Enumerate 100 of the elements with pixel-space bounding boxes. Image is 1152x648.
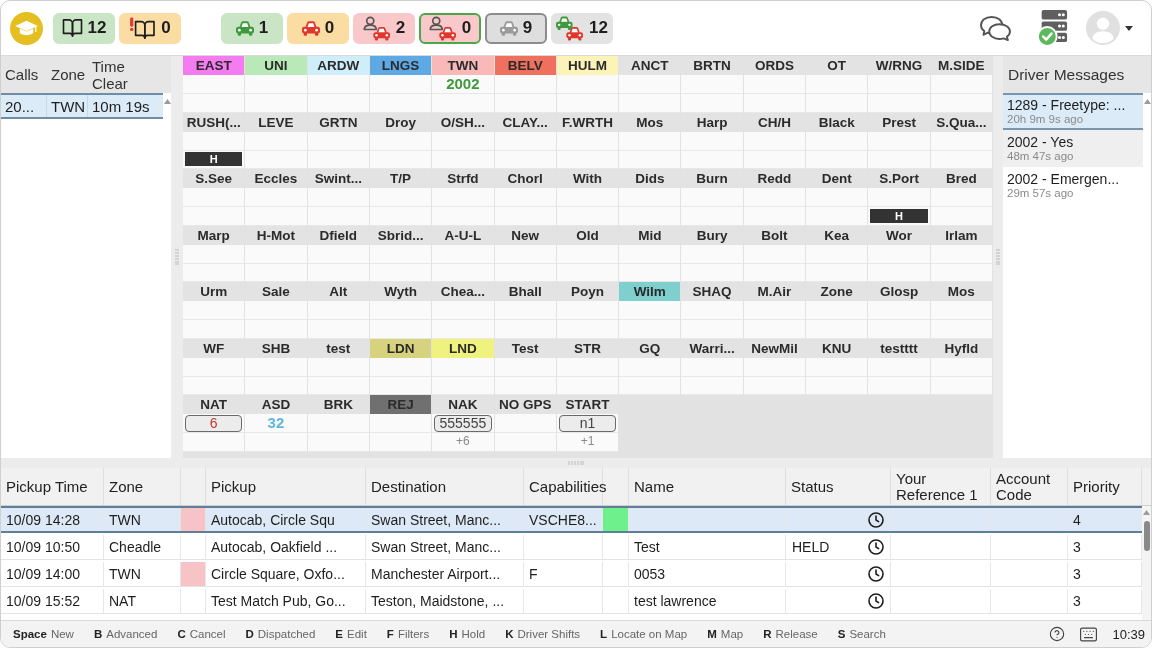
zone-tile[interactable]: Marp <box>183 225 246 282</box>
zone-tile[interactable]: KNU <box>806 338 869 395</box>
zone-tile[interactable]: Dfield <box>307 225 370 282</box>
zone-tile[interactable]: Irlam <box>930 225 993 282</box>
column-header[interactable]: Name <box>629 468 786 505</box>
zone-tile[interactable]: W/RNG <box>868 56 931 113</box>
column-header[interactable]: Time Clear <box>88 57 146 92</box>
zone-tile[interactable]: CH/H <box>743 112 807 169</box>
zone-tile[interactable]: START n1 +1 <box>556 395 620 452</box>
zone-tile[interactable]: M.SIDE <box>930 56 993 113</box>
column-header[interactable]: Calls <box>1 66 47 83</box>
shortcut-button[interactable]: L Locate on Map <box>600 628 688 640</box>
zone-tile[interactable]: HULM <box>556 56 620 113</box>
zone-tile[interactable]: Mos <box>930 282 993 339</box>
zone-tile[interactable]: NO GPS <box>494 395 557 452</box>
scroll-up-icon[interactable] <box>1143 99 1151 104</box>
avatar-icon[interactable] <box>1086 11 1120 45</box>
zone-tile[interactable]: Dids <box>619 169 682 226</box>
zone-tile[interactable]: Burn <box>681 169 744 226</box>
zone-tile[interactable]: LDN <box>369 338 433 395</box>
column-header[interactable]: Your Reference 1 <box>891 468 991 505</box>
zone-tile[interactable]: Old <box>556 225 620 282</box>
graduation-cap-icon[interactable] <box>10 11 43 45</box>
column-header[interactable]: Zone <box>47 66 88 83</box>
job-row[interactable]: 10/09 10:50 Cheadle Autocab, Oakfield ... Swan Street, Manc... Test HELD 3 <box>1 533 1142 560</box>
scroll-up-icon[interactable] <box>1143 510 1150 515</box>
shortcut-button[interactable]: H Hold <box>449 628 486 640</box>
zone-tile[interactable]: S.Qua... <box>930 112 993 169</box>
zone-tile[interactable]: O/SH... <box>432 112 495 169</box>
shortcut-button[interactable]: D Dispatched <box>245 628 316 640</box>
help-icon[interactable] <box>1049 626 1066 642</box>
zone-tile[interactable]: Bred <box>930 169 993 226</box>
zone-tile[interactable]: RUSH(... H <box>183 112 246 169</box>
scrollbar-thumb[interactable] <box>1143 521 1150 551</box>
zone-tile[interactable]: CLAY... <box>494 112 557 169</box>
zone-tile[interactable]: Swint... <box>307 169 370 226</box>
zone-tile[interactable]: LND <box>432 338 495 395</box>
column-header[interactable]: Zone <box>104 468 181 505</box>
zone-tile[interactable]: Bolt <box>743 225 807 282</box>
zone-tile[interactable]: ARDW <box>307 56 370 113</box>
zone-tile[interactable]: Alt <box>307 282 370 339</box>
zone-tile[interactable]: ANCT <box>619 56 682 113</box>
zone-tile[interactable]: Mos <box>619 112 682 169</box>
server-status-icon[interactable] <box>1036 9 1068 47</box>
column-header[interactable]: Pickup Time <box>1 468 104 505</box>
column-header[interactable]: Account Code <box>991 468 1068 505</box>
counter-button[interactable]: 0 <box>287 12 349 44</box>
zone-tile[interactable]: A-U-L <box>432 225 495 282</box>
zone-tile[interactable]: NAK 555555 +6 <box>432 395 495 452</box>
zone-tile[interactable]: T/P <box>369 169 433 226</box>
zone-tile[interactable]: BRTN <box>681 56 744 113</box>
zone-tile[interactable]: GQ <box>619 338 682 395</box>
zone-tile[interactable]: EAST <box>183 56 246 113</box>
zone-tile[interactable]: OT <box>806 56 869 113</box>
zone-tile[interactable]: Poyn <box>556 282 620 339</box>
counter-button[interactable]: 12 <box>551 12 613 44</box>
shortcut-button[interactable]: S Search <box>837 628 886 640</box>
counter-button[interactable]: 0 <box>119 12 181 44</box>
zone-tile[interactable]: Droy <box>369 112 433 169</box>
zone-tile[interactable]: ORDS <box>743 56 807 113</box>
zone-tile[interactable]: Chorl <box>494 169 557 226</box>
zone-tile[interactable]: Eccles <box>245 169 308 226</box>
zone-tile[interactable]: SHB <box>245 338 308 395</box>
zone-tile[interactable]: testttt <box>868 338 931 395</box>
counter-button[interactable]: 9 <box>485 12 547 44</box>
zone-tile[interactable]: S.See <box>183 169 246 226</box>
column-header[interactable]: Status <box>786 468 891 505</box>
zone-tile[interactable]: LNGS <box>369 56 433 113</box>
column-header[interactable]: Destination <box>366 468 524 505</box>
zone-tile[interactable]: Kea <box>806 225 869 282</box>
zone-tile[interactable]: Black <box>806 112 869 169</box>
column-header[interactable]: Priority <box>1068 468 1142 505</box>
message-item[interactable]: 1289 - Freetype: ... 20h 9m 9s ago <box>1003 93 1143 130</box>
zone-tile[interactable]: ASD 32 <box>245 395 308 452</box>
message-item[interactable]: 2002 - Emergen... 29m 57s ago <box>1003 167 1143 204</box>
shortcut-button[interactable]: B Advanced <box>93 628 158 640</box>
zone-tile[interactable]: Bhall <box>494 282 557 339</box>
zone-tile[interactable]: New <box>494 225 557 282</box>
zone-tile[interactable]: Wilm <box>619 282 682 339</box>
message-item[interactable]: 2002 - Yes 48m 47s ago <box>1003 130 1143 167</box>
zone-tile[interactable]: Bury <box>681 225 744 282</box>
chat-icon[interactable] <box>979 14 1012 42</box>
zone-tile[interactable]: With <box>556 169 620 226</box>
zone-tile[interactable]: SHAQ <box>681 282 744 339</box>
zone-tile[interactable]: F.WRTH <box>556 112 620 169</box>
zone-tile[interactable]: test <box>307 338 370 395</box>
zone-tile[interactable]: Wor <box>868 225 931 282</box>
job-row[interactable]: 10/09 14:28 TWN Autocab, Circle Squ Swan Street, Manc... VSCHE8... 4 <box>1 506 1142 533</box>
zone-tile[interactable]: Prest <box>868 112 931 169</box>
zone-tile[interactable]: H-Mot <box>245 225 308 282</box>
scroll-up-icon[interactable] <box>163 99 171 104</box>
zone-tile[interactable]: LEVE <box>245 112 308 169</box>
zone-tile[interactable]: Hyfld <box>930 338 993 395</box>
zone-tile[interactable]: BELV <box>494 56 557 113</box>
zone-tile[interactable]: STR <box>556 338 620 395</box>
zone-tile[interactable]: Redd <box>743 169 807 226</box>
zone-tile[interactable]: Glosp <box>868 282 931 339</box>
zone-tile[interactable]: NewMil <box>743 338 807 395</box>
counter-button[interactable]: 0 <box>419 12 481 44</box>
zone-tile[interactable]: WF <box>183 338 246 395</box>
